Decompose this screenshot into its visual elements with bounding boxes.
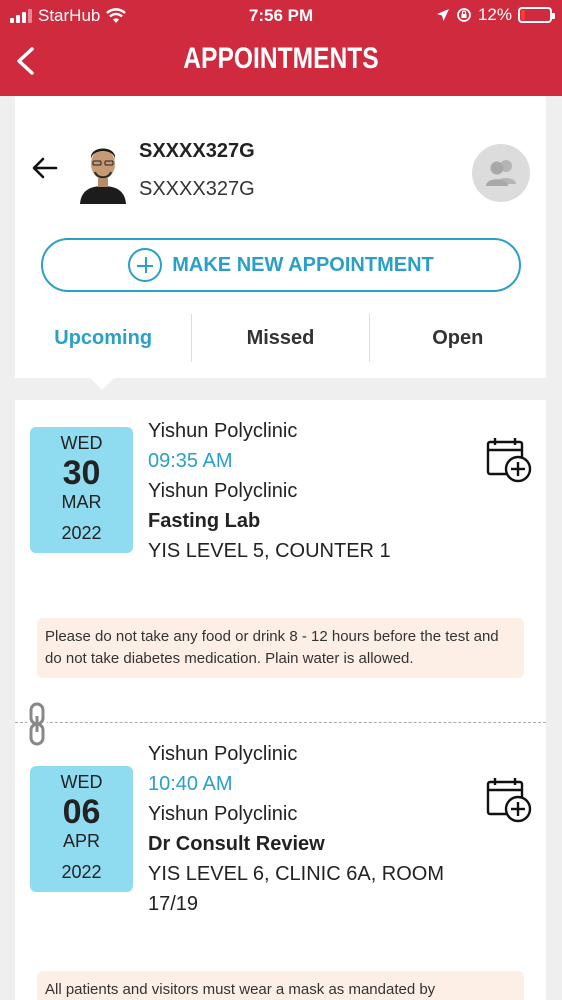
tab-upcoming[interactable]: Upcoming [15,314,191,362]
appointment-time: 10:40 AM [148,773,233,795]
profile-card: SXXXX327G SXXXX327G MAKE NEW APPOINTMENT… [15,96,546,378]
battery-percent: 12% [477,5,512,24]
appointment-list: WED 30 MAR 2022 Yishun Polyclinic 09:35 … [15,400,546,1000]
appointment-service: Dr Consult Review [148,833,325,855]
appointment-details: Yishun Polyclinic 10:40 AM Yishun Polycl… [148,739,468,919]
back-chevron-icon[interactable] [12,46,38,76]
date-day: 06 [62,793,101,831]
plus-circle-icon [128,248,163,282]
avatar [77,142,129,204]
date-month: APR [62,831,100,851]
appointment-venue: YIS LEVEL 5, COUNTER 1 [148,540,391,562]
users-icon [486,160,516,186]
date-badge: WED 30 MAR 2022 [30,427,133,553]
date-weekday: WED [60,433,103,453]
patient-id: SXXXX327G [139,178,255,200]
tab-missed[interactable]: Missed [192,314,368,362]
date-year: 2022 [61,523,102,543]
battery-icon [518,7,555,23]
orientation-lock-icon [457,8,471,22]
date-badge: WED 06 APR 2022 [30,766,133,892]
add-to-calendar-icon[interactable] [485,436,533,484]
appointment-venue: YIS LEVEL 6, CLINIC 6A, ROOM 17/19 [148,863,445,915]
active-tab-pointer [90,378,114,390]
page-title: APPOINTMENTS [183,42,379,75]
status-bar: StarHub 7:56 PM 12% [0,0,562,32]
app-header: StarHub 7:56 PM 12% APPOINTMENTS [0,0,562,96]
date-month: MAR [61,492,102,512]
appointment-time: 09:35 AM [148,450,233,472]
make-new-appointment-label: MAKE NEW APPOINTMENT [172,253,434,276]
arrow-left-icon[interactable] [31,154,59,182]
appointment-tabs: Upcoming Missed Open [15,314,546,362]
date-weekday: WED [60,772,103,792]
link-chain-icon [27,702,47,746]
appointment-details: Yishun Polyclinic 09:35 AM Yishun Polycl… [148,416,468,566]
date-day: 30 [62,454,101,492]
clinic-name: Yishun Polyclinic [148,743,298,765]
appointment-separator [15,722,546,723]
date-year: 2022 [61,862,102,882]
clinic-name: Yishun Polyclinic [148,420,298,442]
add-to-calendar-icon[interactable] [485,776,533,824]
appointment-location: Yishun Polyclinic [148,803,298,825]
make-new-appointment-button[interactable]: MAKE NEW APPOINTMENT [41,238,521,292]
switch-profile-button[interactable] [472,144,530,202]
patient-name: SXXXX327G [139,140,255,162]
appointment-service: Fasting Lab [148,510,261,532]
appointment-note: All patients and visitors must wear a ma… [37,971,524,1000]
appointment-note: Please do not take any food or drink 8 -… [37,618,524,678]
location-arrow-icon [436,9,449,21]
appointment-location: Yishun Polyclinic [148,480,298,502]
tab-open[interactable]: Open [370,314,546,362]
